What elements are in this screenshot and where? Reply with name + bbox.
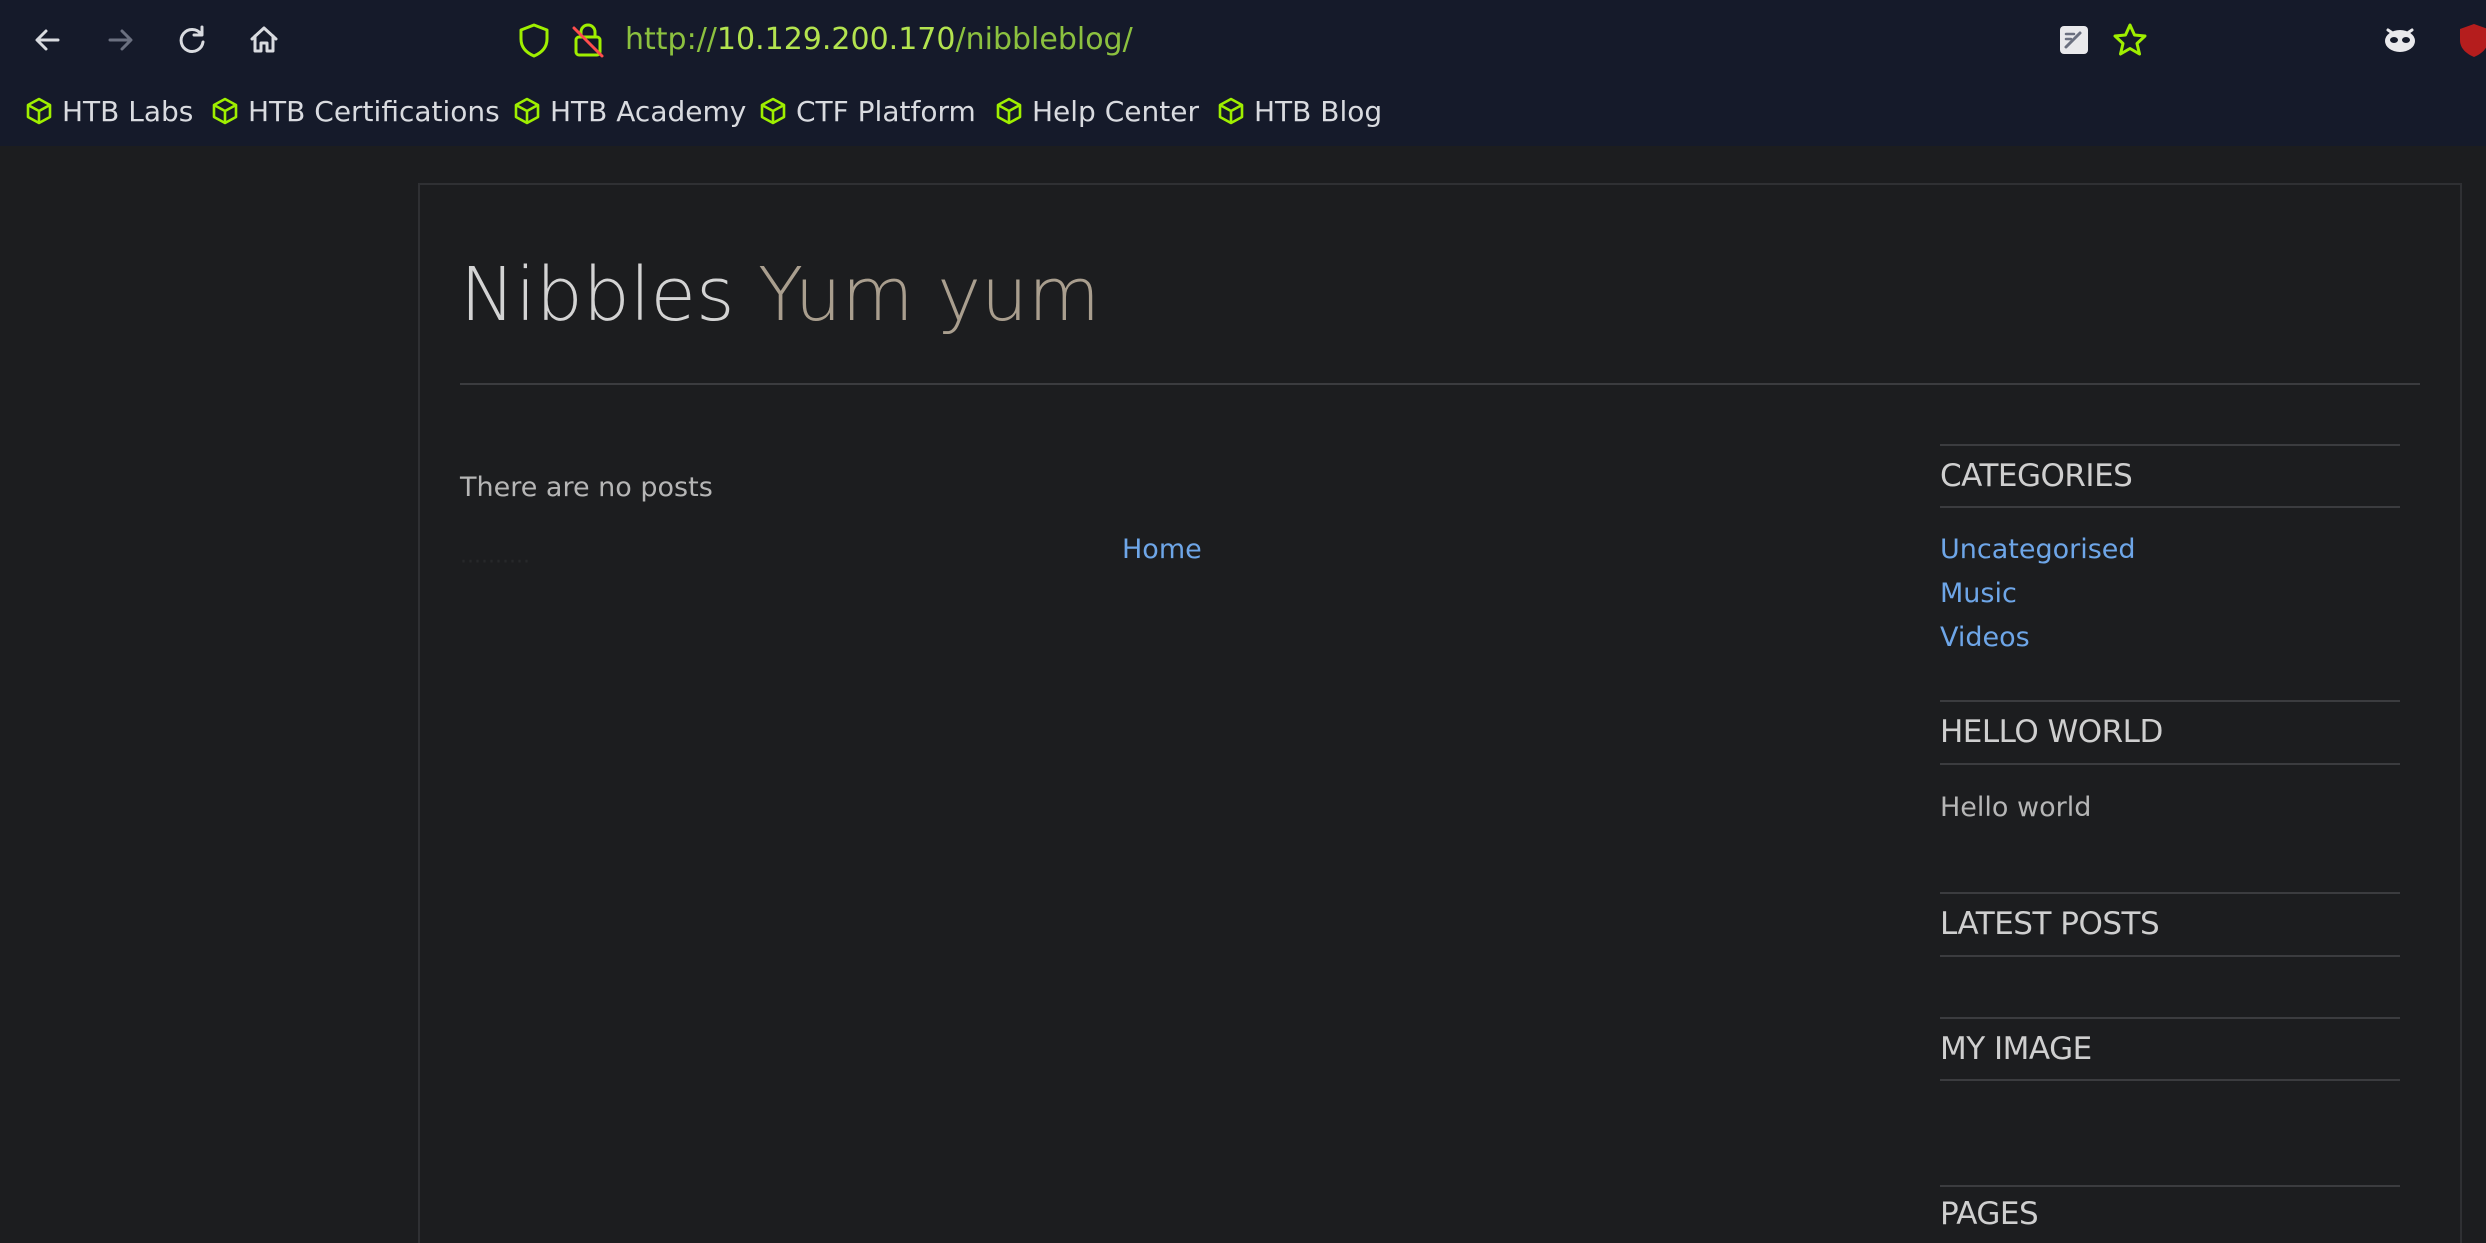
sidebar-divider <box>1940 1185 2400 1187</box>
sidebar-divider <box>1940 1017 2400 1019</box>
star-icon <box>2113 23 2147 56</box>
tracking-protection-button[interactable] <box>516 20 552 60</box>
category-link-uncategorised[interactable]: Uncategorised <box>1940 534 2136 565</box>
back-button[interactable] <box>28 20 68 60</box>
sidebar-divider <box>1940 763 2400 765</box>
bookmarks-toolbar: HTB Labs HTB Certifications HTB Academy … <box>0 88 2486 134</box>
shield-icon <box>519 23 549 58</box>
categories-title: CATEGORIES <box>1940 458 2133 494</box>
home-link[interactable]: Home <box>1122 534 1202 565</box>
faint-pager-text: ·········· <box>460 550 530 575</box>
url-path: /nibbleblog/ <box>955 22 1133 57</box>
bookmark-htb-certifications[interactable]: HTB Certifications <box>210 88 500 134</box>
blog-slogan: Yum yum <box>758 252 1101 338</box>
empty-posts-message: There are no posts <box>460 472 713 503</box>
sidebar-divider <box>1940 700 2400 702</box>
ublock-button[interactable] <box>2454 20 2486 60</box>
bookmark-ctf-platform[interactable]: CTF Platform <box>758 88 976 134</box>
url-bar[interactable]: http://10.129.200.170/nibbleblog/ <box>625 18 1133 62</box>
my-image-title: MY IMAGE <box>1940 1031 2092 1067</box>
htb-cube-icon <box>212 97 238 125</box>
insecure-connection-button[interactable] <box>570 20 606 60</box>
bookmark-label: HTB Labs <box>62 94 194 128</box>
bookmark-label: CTF Platform <box>796 94 976 128</box>
blog-name[interactable]: Nibbles <box>460 252 735 338</box>
forward-button[interactable] <box>100 20 140 60</box>
pages-title: PAGES <box>1940 1196 2039 1232</box>
reader-view-icon <box>2060 26 2088 54</box>
blog-container <box>418 183 2462 1243</box>
reload-button[interactable] <box>172 20 212 60</box>
latest-posts-title: LATEST POSTS <box>1940 906 2160 942</box>
lock-insecure-icon <box>572 23 604 58</box>
bookmark-star-button[interactable] <box>2110 20 2150 60</box>
url-scheme: http:// <box>625 22 717 57</box>
arrow-left-icon <box>35 29 60 51</box>
bookmark-help-center[interactable]: Help Center <box>994 88 1199 134</box>
url-host: 10.129.200.170 <box>716 22 956 57</box>
sidebar-divider <box>1940 955 2400 957</box>
home-icon <box>250 26 278 53</box>
ublock-shield-icon <box>2460 24 2486 57</box>
extension-mask-icon <box>2385 28 2415 52</box>
reader-view-button[interactable] <box>2054 20 2094 60</box>
sidebar-divider <box>1940 1079 2400 1081</box>
browser-toolbar: http://10.129.200.170/nibbleblog/ <box>0 0 2486 80</box>
htb-cube-icon <box>760 97 786 125</box>
hello-world-text: Hello world <box>1940 792 2092 823</box>
category-link-videos[interactable]: Videos <box>1940 622 2030 653</box>
header-divider <box>460 383 2420 385</box>
bookmark-htb-blog[interactable]: HTB Blog <box>1216 88 1382 134</box>
category-link-music[interactable]: Music <box>1940 578 2017 609</box>
bookmark-label: HTB Blog <box>1254 94 1383 128</box>
htb-cube-icon <box>996 97 1022 125</box>
sidebar-divider <box>1940 444 2400 446</box>
htb-cube-icon <box>514 97 540 125</box>
arrow-right-icon <box>108 29 133 51</box>
bookmark-htb-labs[interactable]: HTB Labs <box>24 88 193 134</box>
extension-button[interactable] <box>2380 20 2420 60</box>
bookmark-htb-academy[interactable]: HTB Academy <box>512 88 746 134</box>
bookmark-label: HTB Academy <box>550 94 747 128</box>
reload-icon <box>179 25 205 53</box>
bookmark-label: Help Center <box>1032 94 1199 128</box>
home-button[interactable] <box>244 20 284 60</box>
htb-cube-icon <box>1218 97 1244 125</box>
sidebar-divider <box>1940 506 2400 508</box>
htb-cube-icon <box>26 97 52 125</box>
bookmark-label: HTB Certifications <box>248 94 500 128</box>
hello-world-title: HELLO WORLD <box>1940 714 2163 750</box>
sidebar-divider <box>1940 892 2400 894</box>
browser-chrome: http://10.129.200.170/nibbleblog/ HTB La… <box>0 0 2486 146</box>
blog-header: Nibbles Yum yum <box>460 250 1100 340</box>
